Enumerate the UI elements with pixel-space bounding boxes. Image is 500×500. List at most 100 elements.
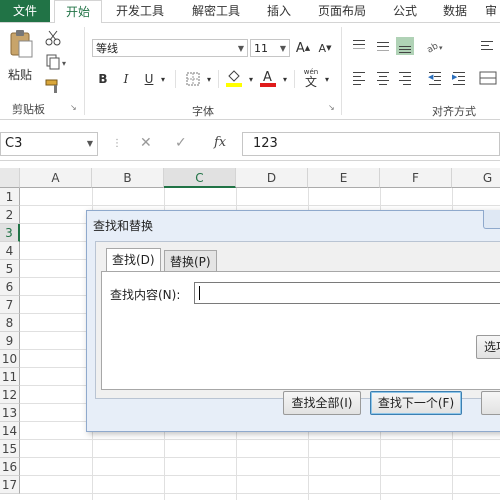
chevron-down-icon[interactable]: ▾ [246,70,256,88]
row-header[interactable]: 14 [0,422,20,440]
tab-find[interactable]: 查找(D) [106,248,161,272]
clipboard-launcher-icon[interactable]: ↘ [70,103,77,112]
find-next-label: 查找下一个(F) [377,396,455,410]
cancel-icon[interactable]: ✕ [140,135,152,151]
paste-icon[interactable] [6,29,36,59]
column-header[interactable]: A [20,168,92,188]
tab-replace[interactable]: 替换(P) [164,250,217,272]
options-button[interactable]: 选项 [476,335,500,359]
row-header[interactable]: 5 [0,260,20,278]
tab-developer[interactable]: 开发工具 [104,0,176,22]
font-name-value: 等线 [96,42,118,55]
insert-function-icon[interactable]: fx [214,135,226,150]
find-what-label: 查找内容(N): [110,288,181,302]
name-box[interactable]: C3 ▼ [0,132,98,156]
underline-button[interactable]: U [140,70,158,88]
font-launcher-icon[interactable]: ↘ [328,103,335,112]
chevron-down-icon[interactable]: ▾ [158,70,168,88]
row-header[interactable]: 17 [0,476,20,494]
row-header-selected[interactable]: 3 [0,224,20,242]
font-color-icon[interactable]: A [258,67,278,89]
row-header[interactable]: 4 [0,242,20,260]
paste-label[interactable]: 粘贴 [8,66,32,83]
grow-font-icon: A [295,40,305,56]
cut-icon[interactable] [44,29,62,47]
formula-input[interactable]: 123 [242,132,500,156]
font-name-combo[interactable]: 等线 ▼ [92,39,248,57]
find-what-input[interactable] [194,282,500,304]
chevron-down-icon: ▼ [237,44,244,53]
decrease-indent-icon[interactable]: ◀ [426,69,444,87]
row-header[interactable]: 13 [0,404,20,422]
row-header[interactable]: 7 [0,296,20,314]
chevron-down-icon[interactable]: ▾ [322,70,332,88]
name-box-value: C3 [5,136,23,151]
tab-page-layout[interactable]: 页面布局 [306,0,378,22]
row-header[interactable]: 12 [0,386,20,404]
row-header[interactable]: 11 [0,368,20,386]
chevron-down-icon[interactable]: ▾ [280,70,290,88]
merge-center-icon[interactable] [478,69,498,87]
align-center-icon[interactable] [374,69,392,87]
ribbon: 粘贴 ▾ 剪贴板 ↘ 等线 ▼ 11 ▼ A ▲ A ▼ B I U ▾ ▾ ▾ A ▾… [0,23,500,120]
ribbon-tab-bar: 文件 开始 开发工具 解密工具 插入 页面布局 公式 数据 审 [0,0,500,24]
increase-indent-icon[interactable]: ▶ [450,69,468,87]
row-header[interactable]: 2 [0,206,20,224]
row-header[interactable]: 6 [0,278,20,296]
row-header[interactable]: 10 [0,350,20,368]
format-painter-icon[interactable] [44,77,62,95]
svg-text:▾: ▾ [62,59,66,68]
align-bottom-icon[interactable] [396,37,414,55]
align-left-icon[interactable] [350,69,368,87]
fill-color-icon[interactable] [224,67,244,89]
tab-home[interactable]: 开始 [54,0,102,24]
chevron-down-icon: ▼ [86,139,93,148]
column-header[interactable]: B [92,168,164,188]
gridline [20,205,500,206]
copy-icon[interactable]: ▾ [44,53,70,71]
tab-decrypt[interactable]: 解密工具 [180,0,252,22]
tab-file[interactable]: 文件 [0,0,50,22]
enter-icon[interactable]: ✓ [175,135,187,151]
italic-button[interactable]: I [117,70,135,88]
align-right-icon[interactable] [396,69,414,87]
help-button[interactable] [483,210,500,229]
alignment-group-label: 对齐方式 [432,105,476,118]
chevron-down-icon[interactable]: ▾ [204,70,214,88]
select-all-corner[interactable] [0,168,20,188]
align-top-icon[interactable] [350,37,368,55]
shrink-font-button[interactable]: A ▼ [316,39,334,57]
gridline [20,457,500,458]
align-middle-icon[interactable] [374,37,392,55]
divider [218,70,219,88]
border-icon[interactable] [184,70,202,88]
row-header[interactable]: 15 [0,440,20,458]
find-next-button[interactable]: 查找下一个(F) [370,391,462,415]
bold-button[interactable]: B [94,70,112,88]
column-header[interactable]: D [236,168,308,188]
grow-font-button[interactable]: A ▲ [294,39,312,57]
find-all-label: 查找全部(I) [291,396,353,410]
text-cursor [199,286,200,300]
wrap-text-icon[interactable] [478,37,496,55]
row-header[interactable]: 9 [0,332,20,350]
tab-formulas[interactable]: 公式 [382,0,428,22]
column-header[interactable]: E [308,168,380,188]
close-button[interactable] [481,391,500,415]
divider [341,27,342,115]
phonetic-button[interactable]: wén 文 [300,65,322,91]
orientation-icon[interactable]: ab ▾ [424,37,446,55]
divider [294,70,295,88]
column-header[interactable]: F [380,168,452,188]
tab-data[interactable]: 数据 [432,0,478,22]
tab-review[interactable]: 审 [482,0,500,22]
column-header[interactable]: G [452,168,500,188]
row-header[interactable]: 8 [0,314,20,332]
find-all-button[interactable]: 查找全部(I) [283,391,361,415]
row-header[interactable]: 1 [0,188,20,206]
dialog-title[interactable]: 查找和替换 [93,217,153,234]
tab-insert[interactable]: 插入 [256,0,302,22]
font-size-combo[interactable]: 11 ▼ [250,39,290,57]
row-header[interactable]: 16 [0,458,20,476]
column-header-selected[interactable]: C [164,168,236,188]
